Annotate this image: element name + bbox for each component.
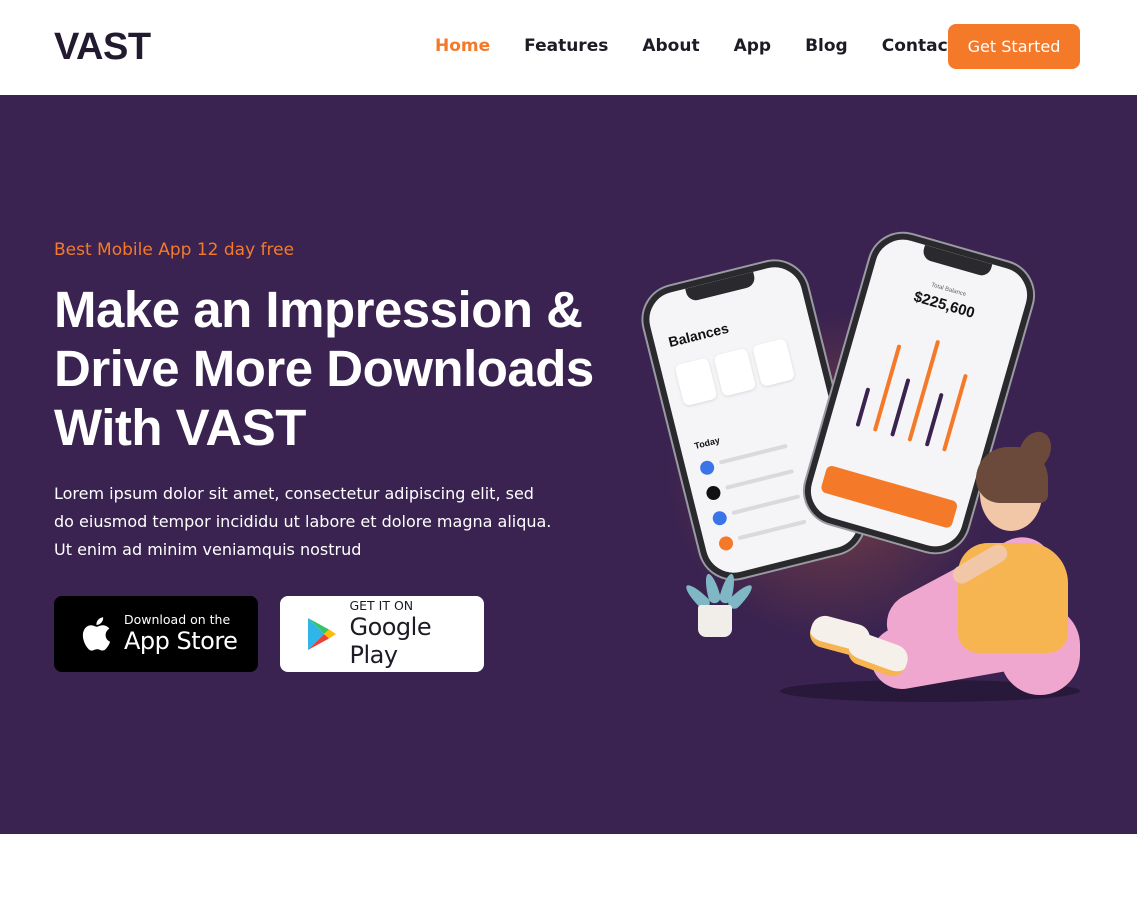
headline-line-3: With VAST: [54, 399, 306, 456]
nav-contact[interactable]: Contact: [882, 36, 956, 56]
app-store-button[interactable]: Download on the App Store: [54, 596, 258, 672]
get-started-button[interactable]: Get Started: [948, 24, 1080, 69]
chart-bar: [855, 387, 871, 427]
google-play-small-label: GET IT ON: [349, 598, 414, 613]
nav-blog[interactable]: Blog: [805, 36, 848, 56]
hero-section: Best Mobile App 12 day free Make an Impr…: [0, 95, 1137, 834]
nav-home[interactable]: Home: [435, 36, 490, 56]
phone-notch: [921, 244, 993, 278]
pay-button: [820, 464, 959, 530]
google-play-icon: [306, 616, 337, 652]
balance-card: [713, 347, 757, 397]
phone-section-today: Today: [693, 435, 721, 452]
headline-line-1: Make an Impression &: [54, 281, 583, 338]
app-store-label: App Store: [124, 627, 238, 655]
hero-tagline: Best Mobile App 12 day free: [54, 240, 295, 260]
chart-bar: [924, 392, 944, 447]
nav-features[interactable]: Features: [524, 36, 608, 56]
plant-pot: [698, 605, 732, 637]
google-play-button[interactable]: GET IT ON Google Play: [280, 596, 484, 672]
google-play-label: Google Play: [349, 613, 432, 669]
google-play-text: GET IT ON Google Play: [349, 598, 484, 670]
apple-icon: [80, 616, 112, 652]
chart-bar: [942, 373, 968, 452]
hero-headline: Make an Impression & Drive More Download…: [54, 280, 594, 457]
hero-illustration: Balances Today Total Balance $225,600: [620, 225, 1120, 715]
balance-card: [674, 357, 718, 407]
main-nav: Home Features About App Blog Contact: [435, 36, 990, 56]
balance-card: [752, 338, 796, 388]
hero-description: Lorem ipsum dolor sit amet, consectetur …: [54, 484, 552, 559]
logo[interactable]: VAST: [54, 26, 151, 69]
app-store-text: Download on the App Store: [124, 612, 238, 656]
page-lower-area: [0, 834, 1137, 921]
phone-balances-title: Balances: [666, 319, 731, 351]
app-store-small-label: Download on the: [124, 612, 231, 627]
nav-about[interactable]: About: [642, 36, 699, 56]
chart-bar: [907, 339, 941, 442]
headline-line-2: Drive More Downloads: [54, 340, 594, 397]
phone-notch: [685, 271, 757, 303]
chart-bar: [890, 378, 911, 437]
site-header: VAST Home Features About App Blog Contac…: [0, 0, 1137, 95]
nav-app[interactable]: App: [734, 36, 772, 56]
